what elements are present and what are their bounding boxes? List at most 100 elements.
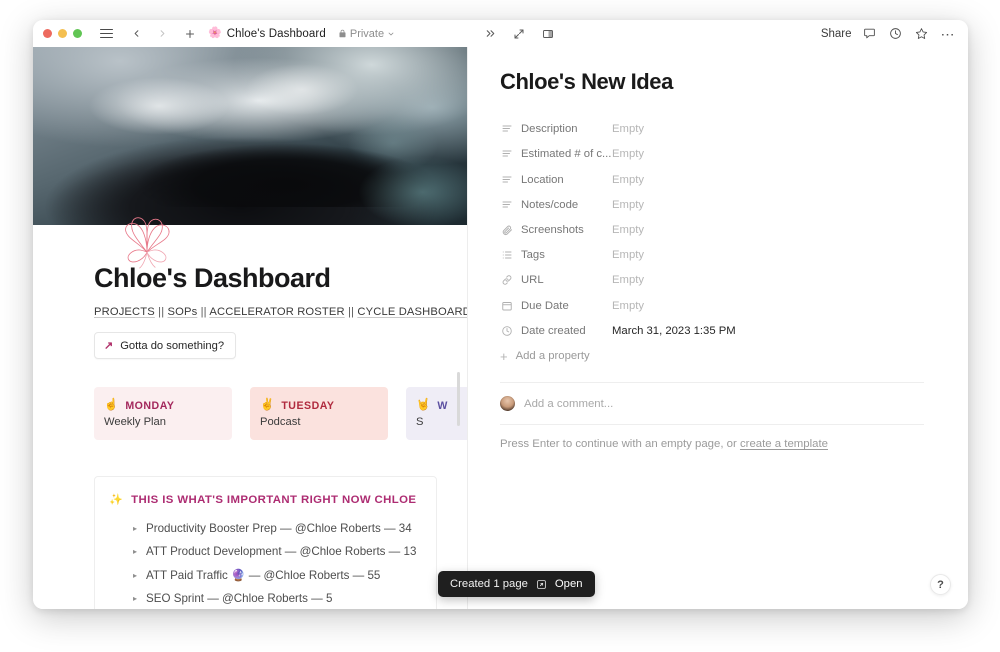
- maximize-window-button[interactable]: [73, 29, 82, 38]
- toggle-triangle-icon[interactable]: ▸: [133, 547, 137, 556]
- toggle-triangle-icon[interactable]: ▸: [133, 594, 137, 603]
- dashboard-content: Chloe's Dashboard PROJECTS || SOPs || AC…: [33, 225, 467, 609]
- breadcrumb-page-title[interactable]: Chloe's Dashboard: [227, 28, 326, 40]
- plus-icon[interactable]: [180, 23, 200, 45]
- close-window-button[interactable]: [43, 29, 52, 38]
- property-label: Screenshots: [521, 224, 584, 236]
- property-label: Date created: [521, 324, 586, 337]
- property-value[interactable]: Empty: [612, 199, 644, 211]
- share-button[interactable]: Share: [821, 28, 852, 40]
- list-item-label: Productivity Booster Prep — @Chloe Rober…: [146, 522, 412, 536]
- toast-message: Created 1 page: [450, 578, 528, 590]
- day-card-title: TUESDAY: [281, 399, 335, 412]
- property-label: Location: [521, 173, 564, 186]
- toggle-triangle-icon[interactable]: ▸: [133, 571, 137, 580]
- ellipsis-icon[interactable]: ⋯: [941, 27, 957, 41]
- screen: 🌸 Chloe's Dashboard Private Share ⋯ Chlo…: [0, 0, 1000, 652]
- property-value[interactable]: Empty: [612, 274, 644, 286]
- plus-icon: +: [500, 348, 508, 364]
- peek-pane: Chloe's New Idea Description Empty Estim…: [468, 47, 968, 609]
- property-row-tags[interactable]: Tags Empty: [500, 243, 924, 268]
- property-row-date-created[interactable]: Date created March 31, 2023 1:35 PM: [500, 319, 924, 344]
- property-row-due-date[interactable]: Due Date Empty: [500, 293, 924, 318]
- pointing-up-icon: ☝️: [104, 398, 119, 411]
- property-value[interactable]: Empty: [612, 174, 644, 186]
- peek-page-title[interactable]: Chloe's New Idea: [500, 69, 924, 95]
- paperclip-icon: [500, 224, 513, 237]
- property-value[interactable]: Empty: [612, 224, 644, 236]
- hamburger-icon[interactable]: [96, 23, 116, 45]
- dashboard-scrollbar[interactable]: [457, 372, 460, 426]
- side-peek-icon[interactable]: [538, 23, 558, 45]
- privacy-selector[interactable]: Private: [338, 28, 395, 40]
- chevron-down-icon[interactable]: [387, 30, 395, 38]
- day-card-subtitle: S: [416, 415, 424, 428]
- arrow-up-right-icon: ↗: [104, 340, 114, 353]
- nav-link-cycle-dashboard[interactable]: CYCLE DASHBOARD: [357, 306, 467, 318]
- cover-teal-wash: [319, 143, 467, 225]
- list-item[interactable]: ▸ SEO Sprint — @Chloe Roberts — 5: [109, 587, 422, 609]
- gotta-do-something-button[interactable]: ↗ Gotta do something?: [94, 332, 237, 360]
- add-property-label: Add a property: [515, 350, 590, 362]
- list-item[interactable]: ▸ Productivity Booster Prep — @Chloe Rob…: [109, 517, 422, 540]
- chevron-right-icon[interactable]: [152, 23, 172, 45]
- window-controls[interactable]: [43, 29, 82, 38]
- double-chevron-right-icon[interactable]: [480, 23, 500, 45]
- property-row-location[interactable]: Location Empty: [500, 167, 924, 192]
- add-property-button[interactable]: + Add a property: [500, 344, 924, 368]
- property-value[interactable]: Empty: [612, 249, 644, 261]
- minimize-window-button[interactable]: [58, 29, 67, 38]
- toast-open-action[interactable]: Open: [555, 578, 583, 590]
- pink-flower-icon[interactable]: [109, 193, 185, 269]
- list-item[interactable]: ▸ ATT Product Development — @Chloe Rober…: [109, 540, 422, 563]
- toggle-triangle-icon[interactable]: ▸: [133, 524, 137, 533]
- create-a-template-link[interactable]: create a template: [740, 438, 828, 450]
- property-value[interactable]: Empty: [612, 148, 644, 160]
- toast-notification: Created 1 page Open: [438, 571, 595, 597]
- comment-input-placeholder[interactable]: Add a comment...: [524, 398, 613, 410]
- list-item-label: ATT Product Development — @Chloe Roberts…: [146, 545, 417, 559]
- breadcrumb[interactable]: 🌸 Chloe's Dashboard: [208, 28, 326, 40]
- property-value[interactable]: March 31, 2023 1:35 PM: [612, 325, 736, 337]
- property-label: Due Date: [521, 299, 569, 312]
- property-row-screenshots[interactable]: Screenshots Empty: [500, 218, 924, 243]
- empty-page-hint: Press Enter to continue with an empty pa…: [500, 425, 924, 450]
- nav-sep-2: ||: [200, 306, 207, 319]
- clock-icon: [500, 324, 513, 337]
- day-card-monday[interactable]: ☝️ MONDAY Weekly Plan: [94, 387, 232, 441]
- calendar-icon: [500, 299, 513, 312]
- diagonal-arrows-icon[interactable]: [509, 23, 529, 45]
- property-value[interactable]: Empty: [612, 123, 644, 135]
- important-panel-header: ✨ THIS IS WHAT'S IMPORTANT RIGHT NOW CHL…: [109, 493, 422, 507]
- nav-links: PROJECTS || SOPs || ACCELERATOR ROSTER |…: [94, 306, 467, 319]
- cover-image[interactable]: [33, 47, 467, 225]
- property-row-url[interactable]: URL Empty: [500, 268, 924, 293]
- nav-link-sops[interactable]: SOPs: [168, 306, 198, 318]
- nav-link-projects[interactable]: PROJECTS: [94, 306, 155, 318]
- open-box-icon[interactable]: [536, 579, 547, 590]
- clock-icon[interactable]: [889, 27, 902, 40]
- sparkles-icon: ✨: [109, 494, 124, 507]
- property-row-notes-code[interactable]: Notes/code Empty: [500, 193, 924, 218]
- important-panel-title: THIS IS WHAT'S IMPORTANT RIGHT NOW CHLOE: [131, 493, 417, 506]
- list-item[interactable]: ▸ ATT Paid Traffic 🔮 — @Chloe Roberts — …: [109, 563, 422, 587]
- star-icon[interactable]: [915, 27, 928, 40]
- property-row-description[interactable]: Description Empty: [500, 117, 924, 142]
- chevron-left-icon[interactable]: [126, 23, 146, 45]
- property-label: URL: [521, 274, 544, 287]
- property-value[interactable]: Empty: [612, 300, 644, 312]
- comment-composer[interactable]: Add a comment...: [500, 383, 924, 424]
- property-label: Estimated # of c...: [521, 148, 612, 161]
- help-button[interactable]: ?: [930, 574, 951, 595]
- day-card-tuesday[interactable]: ✌️ TUESDAY Podcast: [250, 387, 388, 441]
- property-label: Notes/code: [521, 198, 579, 211]
- property-row-estimated-cycles[interactable]: Estimated # of c... Empty: [500, 142, 924, 167]
- privacy-label[interactable]: Private: [350, 28, 384, 40]
- text-lines-icon: [500, 173, 513, 186]
- list-icon: [500, 249, 513, 262]
- property-label: Description: [521, 123, 578, 136]
- text-lines-icon: [500, 148, 513, 161]
- comment-icon[interactable]: [863, 27, 876, 40]
- nav-link-accelerator-roster[interactable]: ACCELERATOR ROSTER: [209, 306, 344, 318]
- text-lines-icon: [500, 123, 513, 136]
